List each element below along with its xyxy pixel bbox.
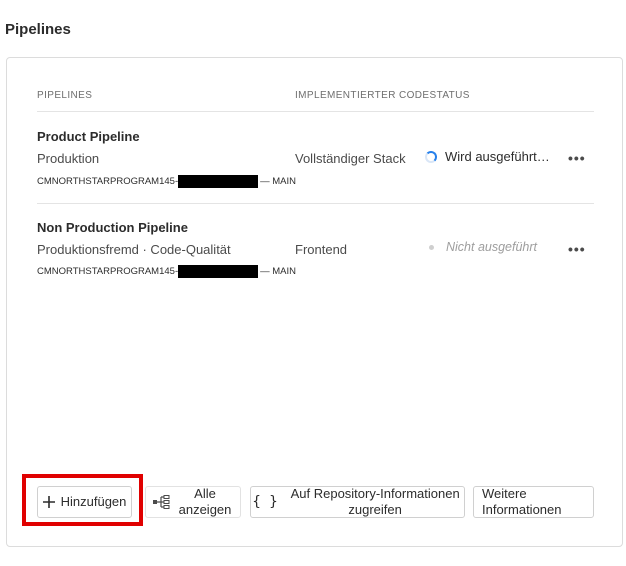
pipeline-repo: CMNORTHSTARPROGRAM145- — MAIN xyxy=(37,265,296,278)
more-info-button[interactable]: Weitere Informationen xyxy=(473,486,594,518)
repo-prefix: CMNORTHSTARPROGRAM145- xyxy=(37,176,179,187)
redacted-block xyxy=(178,265,259,278)
section-title: Pipelines xyxy=(5,21,71,38)
run-status-label: Wird ausgeführt… xyxy=(445,149,550,164)
spinner-icon xyxy=(425,150,437,163)
code-braces-icon: { } xyxy=(252,494,278,510)
status-dot-icon xyxy=(429,244,434,250)
pipeline-name[interactable]: Non Production Pipeline xyxy=(37,220,188,235)
code-status: Vollständiger Stack xyxy=(295,151,406,166)
more-actions-button[interactable]: ••• xyxy=(568,150,586,166)
repo-info-button[interactable]: { } Auf Repository-Informationen zugreif… xyxy=(250,486,465,518)
column-header-code-status: IMPLEMENTIERTER CODESTATUS xyxy=(295,90,470,101)
redacted-block xyxy=(178,175,259,188)
row-divider xyxy=(37,203,594,204)
pipeline-name[interactable]: Product Pipeline xyxy=(37,129,140,144)
pipeline-subtitle: Produktion xyxy=(37,151,100,166)
pipeline-subtitle: Produktionsfremd · Code-Qualität xyxy=(37,242,231,257)
header-divider xyxy=(37,111,594,112)
code-status: Frontend xyxy=(295,242,348,257)
repo-branch: — MAIN xyxy=(260,176,296,187)
highlight-annotation-box xyxy=(22,474,143,526)
repo-prefix: CMNORTHSTARPROGRAM145- xyxy=(37,266,179,277)
run-status: Wird ausgeführt… xyxy=(425,149,550,164)
pipeline-repo: CMNORTHSTARPROGRAM145- — MAIN xyxy=(37,175,296,188)
run-status-label: Nicht ausgeführt xyxy=(446,240,538,254)
column-header-pipelines: PIPELINES xyxy=(37,90,93,101)
pipeline-tree-icon xyxy=(153,495,171,509)
repo-branch: — MAIN xyxy=(260,266,296,277)
more-actions-button[interactable]: ••• xyxy=(568,241,586,257)
run-status: Nicht ausgeführt xyxy=(425,240,537,254)
show-all-button[interactable]: Alle anzeigen xyxy=(145,486,241,518)
